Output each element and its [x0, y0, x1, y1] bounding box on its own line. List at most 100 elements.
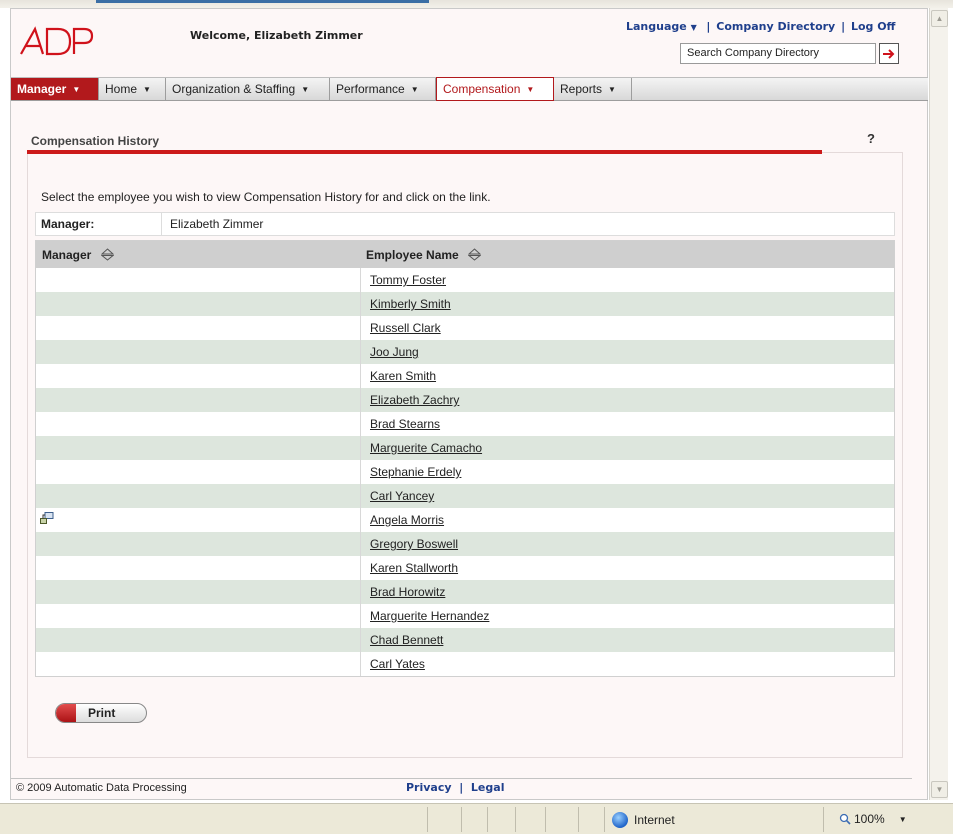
manager-cell: [36, 556, 361, 580]
nav-organization-staffing[interactable]: Organization & Staffing ▼: [166, 78, 330, 100]
nav-manager[interactable]: Manager ▼: [11, 78, 99, 100]
table-row: Chad Bennett: [36, 628, 894, 652]
employee-name-cell: Carl Yancey: [361, 484, 894, 508]
footer-links: Privacy | Legal: [406, 781, 504, 794]
status-cell: [823, 807, 824, 832]
divider: [161, 213, 162, 235]
employee-link[interactable]: Carl Yates: [370, 657, 425, 671]
employee-link[interactable]: Marguerite Hernandez: [370, 609, 489, 623]
welcome-message: Welcome, Elizabeth Zimmer: [190, 29, 363, 42]
table-row: Stephanie Erdely: [36, 460, 894, 484]
manager-label: Manager:: [41, 217, 95, 231]
language-menu[interactable]: Language ▼: [626, 20, 697, 33]
nav-reports[interactable]: Reports ▼: [554, 78, 632, 100]
active-tab-indicator: [96, 0, 429, 3]
employee-link[interactable]: Marguerite Camacho: [370, 441, 482, 455]
search-go-button[interactable]: [879, 43, 899, 64]
table-row: Gregory Boswell: [36, 532, 894, 556]
employee-name-cell: Stephanie Erdely: [361, 460, 894, 484]
employee-link[interactable]: Brad Horowitz: [370, 585, 445, 599]
title-underline: [27, 150, 822, 154]
sort-icon[interactable]: [468, 248, 482, 261]
table-row: Joo Jung: [36, 340, 894, 364]
manager-cell: [36, 268, 361, 292]
status-cell: [545, 807, 546, 832]
nav-compensation[interactable]: Compensation ▼: [436, 77, 554, 101]
link-separator: |: [455, 781, 468, 794]
manager-cell: [36, 460, 361, 484]
org-chart-icon[interactable]: [40, 512, 54, 525]
zoom-control[interactable]: 100% ▼: [839, 812, 907, 826]
employee-link[interactable]: Russell Clark: [370, 321, 441, 335]
status-cell: [604, 807, 605, 832]
link-separator: |: [841, 20, 846, 33]
employee-name-cell: Elizabeth Zachry: [361, 388, 894, 412]
footer-divider: [11, 778, 912, 779]
grid-body: Tommy Foster Kimberly Smith Russell Clark J…: [36, 268, 894, 676]
column-header-manager[interactable]: Manager: [36, 241, 361, 268]
scroll-down-button[interactable]: ▼: [931, 781, 948, 798]
security-zone[interactable]: Internet: [612, 812, 675, 828]
manager-cell: [36, 412, 361, 436]
employee-name-cell: Marguerite Hernandez: [361, 604, 894, 628]
legal-link[interactable]: Legal: [471, 781, 505, 794]
employee-link[interactable]: Karen Stallworth: [370, 561, 458, 575]
employee-name-cell: Carl Yates: [361, 652, 894, 676]
link-separator: |: [702, 20, 711, 33]
employee-link[interactable]: Kimberly Smith: [370, 297, 451, 311]
help-icon[interactable]: ?: [867, 131, 875, 146]
employee-name-cell: Kimberly Smith: [361, 292, 894, 316]
employee-link[interactable]: Brad Stearns: [370, 417, 440, 431]
privacy-link[interactable]: Privacy: [406, 781, 452, 794]
chevron-down-icon: ▼: [526, 84, 535, 94]
header-links: Language ▼ | Company Directory | Log Off: [626, 20, 895, 33]
table-row: Karen Stallworth: [36, 556, 894, 580]
manager-cell: [36, 484, 361, 508]
company-directory-link[interactable]: Company Directory: [716, 20, 835, 33]
employee-link[interactable]: Chad Bennett: [370, 633, 443, 647]
employee-link[interactable]: Karen Smith: [370, 369, 436, 383]
manager-cell: [36, 292, 361, 316]
nav-performance[interactable]: Performance ▼: [330, 78, 436, 100]
browser-status-bar: Internet 100% ▼: [0, 803, 953, 834]
table-row: Angela Morris: [36, 508, 894, 532]
nav-org-label: Organization & Staffing: [172, 82, 296, 96]
employee-name-cell: Chad Bennett: [361, 628, 894, 652]
employee-link[interactable]: Gregory Boswell: [370, 537, 458, 551]
magnifier-icon: [839, 813, 851, 825]
table-row: Brad Stearns: [36, 412, 894, 436]
scroll-up-button[interactable]: ▲: [931, 10, 948, 27]
manager-value: Elizabeth Zimmer: [170, 217, 264, 231]
vertical-scrollbar[interactable]: ▲ ▼: [929, 8, 948, 800]
table-row: Carl Yates: [36, 652, 894, 676]
table-row: Brad Horowitz: [36, 580, 894, 604]
column-header-employee-label: Employee Name: [366, 248, 459, 262]
log-off-link[interactable]: Log Off: [851, 20, 896, 33]
employee-link[interactable]: Tommy Foster: [370, 273, 446, 287]
print-button[interactable]: Print: [55, 703, 147, 723]
employee-name-cell: Karen Smith: [361, 364, 894, 388]
employee-link[interactable]: Elizabeth Zachry: [370, 393, 459, 407]
employee-link[interactable]: Angela Morris: [370, 513, 444, 527]
manager-cell: [36, 388, 361, 412]
column-header-employee-name[interactable]: Employee Name: [361, 241, 894, 268]
copyright-text: © 2009 Automatic Data Processing: [16, 782, 187, 794]
employee-link[interactable]: Stephanie Erdely: [370, 465, 461, 479]
main-nav: Manager ▼ Home ▼ Organization & Staffing ▼ …: [11, 77, 928, 101]
employee-link[interactable]: Carl Yancey: [370, 489, 434, 503]
status-cell: [461, 807, 462, 832]
table-row: Tommy Foster: [36, 268, 894, 292]
employee-name-cell: Angela Morris: [361, 508, 894, 532]
employee-name-cell: Marguerite Camacho: [361, 436, 894, 460]
employee-name-cell: Joo Jung: [361, 340, 894, 364]
sort-icon[interactable]: [100, 248, 114, 261]
zoom-level: 100%: [854, 812, 885, 826]
instructions-text: Select the employee you wish to view Com…: [41, 190, 491, 204]
adp-logo[interactable]: [18, 26, 94, 56]
employee-name-cell: Gregory Boswell: [361, 532, 894, 556]
employee-link[interactable]: Joo Jung: [370, 345, 419, 359]
search-input[interactable]: Search Company Directory: [680, 43, 876, 64]
nav-home[interactable]: Home ▼: [99, 78, 166, 100]
manager-cell: [36, 364, 361, 388]
status-cell: [578, 807, 579, 832]
